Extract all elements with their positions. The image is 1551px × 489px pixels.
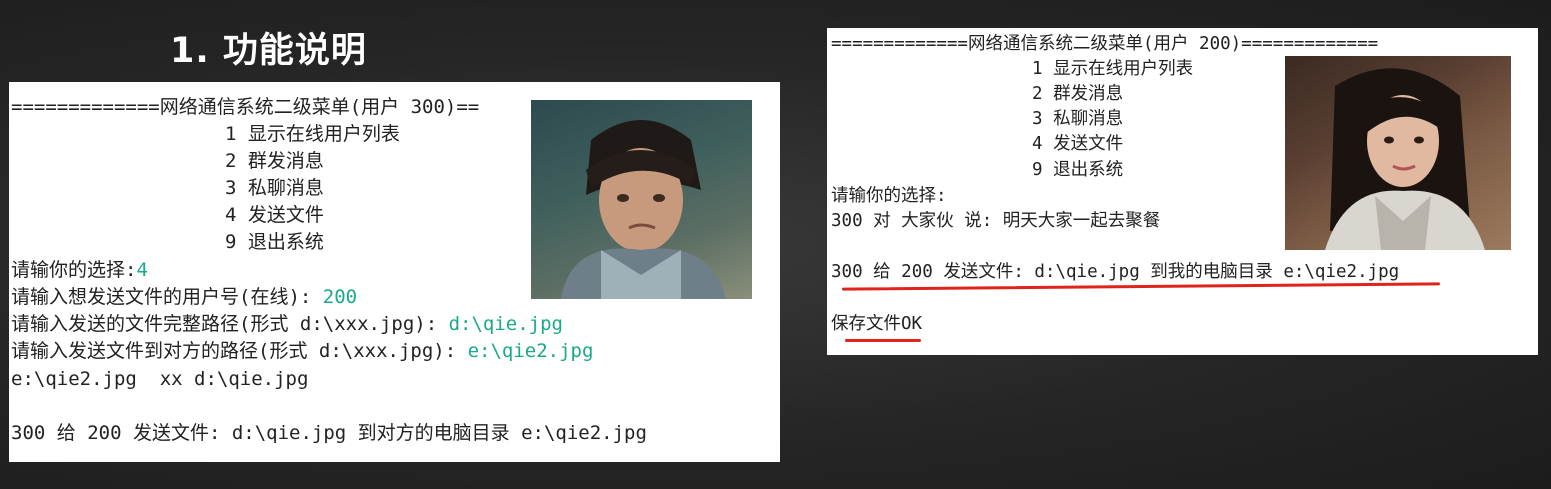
save-ok-line: 保存文件OK (831, 314, 923, 334)
menu-item-send-file: 4 发送文件 (225, 204, 324, 226)
menu-item-exit: 9 退出系统 (1032, 160, 1124, 180)
menu-separator: =============网络通信系统二级菜单(用户 300)== (11, 96, 480, 118)
src-prompt-line: 请输入发送的文件完整路径(形式 d:\xxx.jpg): d:\qie.jpg (11, 311, 563, 338)
dst-prompt: 请输入发送文件到对方的路径(形式 d:\xxx.jpg): (11, 340, 468, 362)
menu-item-private-message: 3 私聊消息 (225, 177, 324, 199)
src-input-value[interactable]: d:\qie.jpg (449, 313, 563, 335)
send-result-line: 300 给 200 发送文件: d:\qie.jpg 到对方的电脑目录 e:\q… (11, 422, 647, 444)
dst-input-value[interactable]: e:\qie2.jpg (468, 340, 594, 362)
menu-item-group-message: 2 群发消息 (1032, 84, 1124, 104)
choice-prompt-line: 请输你的选择:4 (11, 257, 148, 284)
sender-avatar-photo (531, 100, 752, 299)
menu-item-exit: 9 退出系统 (225, 231, 324, 253)
echo-line: e:\qie2.jpg xx d:\qie.jpg (11, 368, 309, 390)
save-ok-underline (845, 339, 921, 342)
choice-prompt: 请输你的选择: (11, 259, 137, 281)
receiver-photo-illustration (1325, 68, 1485, 250)
group-message-line: 300 对 大家伙 说: 明天大家一起去聚餐 (831, 211, 1161, 231)
menu-item-private-message: 3 私聊消息 (1032, 109, 1124, 129)
menu-item-online-users: 1 显示在线用户列表 (1032, 59, 1194, 79)
user-prompt-line: 请输入想发送文件的用户号(在线): 200 (11, 284, 357, 311)
user-input-value[interactable]: 200 (323, 286, 357, 308)
menu-item-group-message: 2 群发消息 (225, 150, 324, 172)
receiver-avatar-photo (1285, 56, 1511, 250)
user-prompt: 请输入想发送文件的用户号(在线): (11, 286, 323, 308)
menu-item-online-users: 1 显示在线用户列表 (225, 123, 400, 145)
src-prompt: 请输入发送的文件完整路径(形式 d:\xxx.jpg): (11, 313, 449, 335)
choice-input-value[interactable]: 4 (136, 259, 147, 281)
receive-file-line: 300 给 200 发送文件: d:\qie.jpg 到我的电脑目录 e:\qi… (831, 262, 1400, 282)
choice-prompt: 请输你的选择: (831, 186, 947, 206)
menu-item-send-file: 4 发送文件 (1032, 134, 1124, 154)
receiver-console: =============网络通信系统二级菜单(用户 200)=========… (827, 28, 1538, 355)
dst-prompt-line: 请输入发送文件到对方的路径(形式 d:\xxx.jpg): e:\qie2.jp… (11, 338, 593, 365)
menu-separator: =============网络通信系统二级菜单(用户 200)=========… (831, 34, 1379, 54)
slide-title: 1. 功能说明 (170, 31, 367, 71)
sender-console: =============网络通信系统二级菜单(用户 300)== 1 显示在线… (9, 82, 780, 462)
sender-photo-illustration (561, 120, 726, 299)
